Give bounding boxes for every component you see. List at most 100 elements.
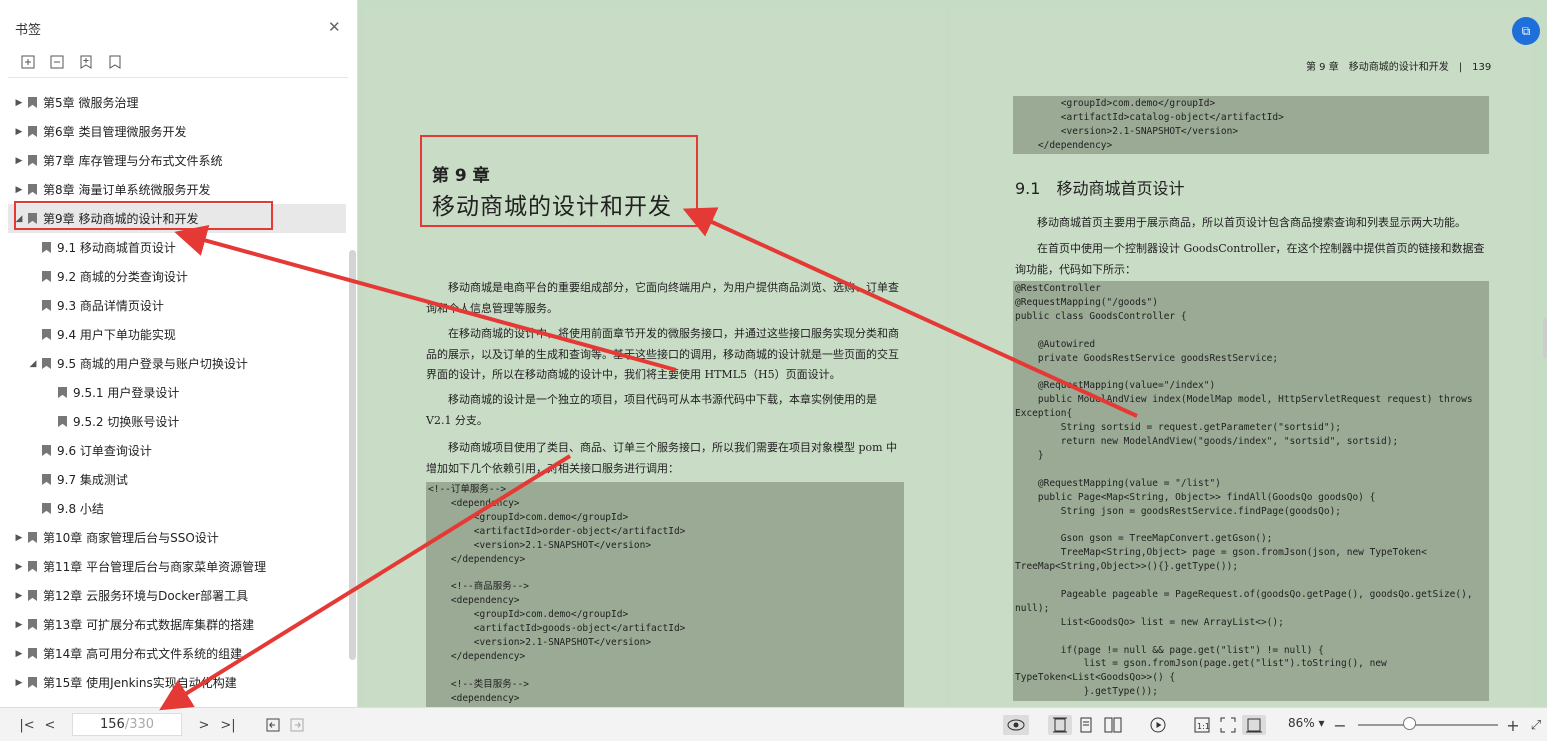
sidebar-scrollbar[interactable]: [349, 250, 356, 660]
fit-page-icon[interactable]: [1218, 715, 1238, 735]
next-page-icon[interactable]: >: [196, 715, 212, 735]
bookmark-item[interactable]: ◢ 第9章 移动商城的设计和开发: [8, 204, 346, 233]
bookmark-label: 第14章 高可用分布式文件系统的组建: [43, 647, 243, 661]
bookmark-icon: [42, 474, 51, 485]
paragraph: 在移动商城的设计中，将使用前面章节开发的微服务接口，并通过这些接口服务实现分类和…: [426, 327, 899, 381]
status-bar: |< < 156/330 > >| 1:1 86% ▾ − + ⤢: [0, 707, 1547, 741]
float-tool-icon[interactable]: ⧉: [1512, 17, 1540, 45]
bookmark-label: 第13章 可扩展分布式数据库集群的搭建: [43, 618, 255, 632]
bookmark-item[interactable]: ▶ 第10章 商家管理后台与SSO设计: [8, 523, 346, 552]
close-icon[interactable]: ✕: [328, 18, 341, 36]
expand-arrow-icon[interactable]: ▶: [14, 127, 24, 137]
document-view: 第 9 章 移动商城的设计和开发 移动商城是电商平台的重要组成部分，它面向终端用…: [358, 0, 1547, 707]
bookmark-icon: [28, 97, 37, 108]
zoom-slider[interactable]: [1358, 724, 1498, 726]
zoom-in-icon[interactable]: +: [1505, 715, 1521, 735]
page-number-input[interactable]: 156/330: [72, 713, 182, 736]
expand-arrow-icon[interactable]: ▶: [14, 185, 24, 195]
single-page-icon[interactable]: [1048, 715, 1072, 735]
actual-size-icon[interactable]: 1:1: [1192, 715, 1212, 735]
paragraph: 移动商城的设计是一个独立的项目，项目代码可从本书源代码中下载，本章实例使用的是 …: [426, 393, 877, 427]
sidebar-divider: [8, 77, 348, 78]
bookmark-icon[interactable]: [107, 54, 123, 70]
bookmark-icon: [58, 416, 67, 427]
bookmark-icon: [28, 619, 37, 630]
expand-arrow-icon[interactable]: ▶: [14, 678, 24, 688]
bookmark-icon: [42, 329, 51, 340]
bookmark-item[interactable]: 9.6 订单查询设计: [8, 436, 346, 465]
last-page-icon[interactable]: >|: [219, 715, 237, 735]
bookmark-label: 第15章 使用Jenkins实现自动化构建: [43, 676, 237, 690]
bookmark-item[interactable]: ▶ 第14章 高可用分布式文件系统的组建: [8, 639, 346, 668]
page-right: 第 9 章 移动商城的设计和开发 | 139 <groupId>com.demo…: [951, 8, 1531, 707]
expand-arrow-icon[interactable]: ▶: [14, 591, 24, 601]
bookmark-label: 9.4 用户下单功能实现: [57, 328, 176, 342]
forward-icon[interactable]: [288, 715, 306, 735]
collapse-arrow-icon[interactable]: ◢: [28, 359, 38, 369]
zoom-select[interactable]: 86% ▾: [1288, 716, 1325, 730]
svg-text:1:1: 1:1: [1197, 722, 1210, 731]
play-icon[interactable]: [1148, 715, 1168, 735]
bookmark-item[interactable]: ▶ 第12章 云服务环境与Docker部署工具: [8, 581, 346, 610]
bookmark-icon: [28, 213, 37, 224]
eye-protection-icon[interactable]: [1003, 715, 1029, 735]
expand-arrow-icon[interactable]: ▶: [14, 562, 24, 572]
expand-all-icon[interactable]: [20, 54, 36, 70]
bookmark-label: 第8章 海量订单系统微服务开发: [43, 183, 211, 197]
expand-arrow-icon[interactable]: ▶: [14, 620, 24, 630]
right-panel-handle[interactable]: [1543, 318, 1547, 358]
collapse-arrow-icon[interactable]: ◢: [14, 214, 24, 224]
bookmark-label: 第7章 库存管理与分布式文件系统: [43, 154, 223, 168]
expand-arrow-icon[interactable]: ▶: [14, 98, 24, 108]
bookmark-label: 第5章 微服务治理: [43, 96, 139, 110]
bookmark-item[interactable]: ▶ 第6章 类目管理微服务开发: [8, 117, 346, 146]
bookmark-icon: [28, 648, 37, 659]
code-block: @RestController @RequestMapping("/goods"…: [1013, 281, 1489, 701]
bookmark-item[interactable]: 9.5.1 用户登录设计: [8, 378, 346, 407]
current-page: 156: [99, 717, 125, 732]
bookmark-item[interactable]: ▶ 第11章 平台管理后台与商家菜单资源管理: [8, 552, 346, 581]
bookmark-item[interactable]: 9.8 小结: [8, 494, 346, 523]
continuous-page-icon[interactable]: [1076, 715, 1096, 735]
expand-arrow-icon[interactable]: ▶: [14, 156, 24, 166]
bookmark-label: 9.6 订单查询设计: [57, 444, 152, 458]
bookmark-label: 9.8 小结: [57, 502, 104, 516]
paragraph: 移动商城首页主要用于展示商品，所以首页设计包含商品搜索查询和列表显示两大功能。: [1037, 216, 1466, 229]
bookmark-icon: [58, 387, 67, 398]
back-icon[interactable]: [264, 715, 282, 735]
bookmark-item[interactable]: ▶ 第8章 海量订单系统微服务开发: [8, 175, 346, 204]
bookmark-label: 9.1 移动商城首页设计: [57, 241, 176, 255]
bookmark-label: 第11章 平台管理后台与商家菜单资源管理: [43, 560, 267, 574]
add-bookmark-icon[interactable]: [78, 54, 94, 70]
expand-arrow-icon[interactable]: ▶: [14, 533, 24, 543]
bookmark-item[interactable]: 9.1 移动商城首页设计: [8, 233, 346, 262]
bookmark-icon: [42, 242, 51, 253]
fit-width-icon[interactable]: [1242, 715, 1266, 735]
bookmark-icon: [28, 126, 37, 137]
bookmark-item[interactable]: ◢ 9.5 商城的用户登录与账户切换设计: [8, 349, 346, 378]
expand-arrow-icon[interactable]: ▶: [14, 649, 24, 659]
page-left: 第 9 章 移动商城的设计和开发 移动商城是电商平台的重要组成部分，它面向终端用…: [364, 8, 947, 707]
bookmark-item[interactable]: 9.2 商城的分类查询设计: [8, 262, 346, 291]
prev-page-icon[interactable]: <: [42, 715, 58, 735]
bookmark-item[interactable]: ▶ 第15章 使用Jenkins实现自动化构建: [8, 668, 346, 697]
dual-page-icon[interactable]: [1102, 715, 1124, 735]
zoom-slider-thumb[interactable]: [1402, 717, 1416, 730]
bookmark-icon: [42, 300, 51, 311]
fullscreen-icon[interactable]: ⤢: [1527, 715, 1545, 735]
zoom-value: 86%: [1288, 716, 1315, 730]
bookmark-item[interactable]: ▶ 第5章 微服务治理: [8, 88, 346, 117]
zoom-out-icon[interactable]: −: [1332, 715, 1348, 735]
bookmark-label: 第10章 商家管理后台与SSO设计: [43, 531, 219, 545]
bookmark-item[interactable]: 9.4 用户下单功能实现: [8, 320, 346, 349]
bookmark-item[interactable]: 9.7 集成测试: [8, 465, 346, 494]
bookmark-item[interactable]: ▶ 第7章 库存管理与分布式文件系统: [8, 146, 346, 175]
bookmark-item[interactable]: 9.5.2 切换账号设计: [8, 407, 346, 436]
collapse-all-icon[interactable]: [49, 54, 65, 70]
bookmark-icon: [28, 677, 37, 688]
bookmark-item[interactable]: 9.3 商品详情页设计: [8, 291, 346, 320]
paragraph: 在首页中使用一个控制器设计 GoodsController，在这个控制器中提供首…: [1015, 242, 1485, 276]
bookmark-label: 9.5.1 用户登录设计: [73, 386, 180, 400]
first-page-icon[interactable]: |<: [18, 715, 36, 735]
bookmark-item[interactable]: ▶ 第13章 可扩展分布式数据库集群的搭建: [8, 610, 346, 639]
